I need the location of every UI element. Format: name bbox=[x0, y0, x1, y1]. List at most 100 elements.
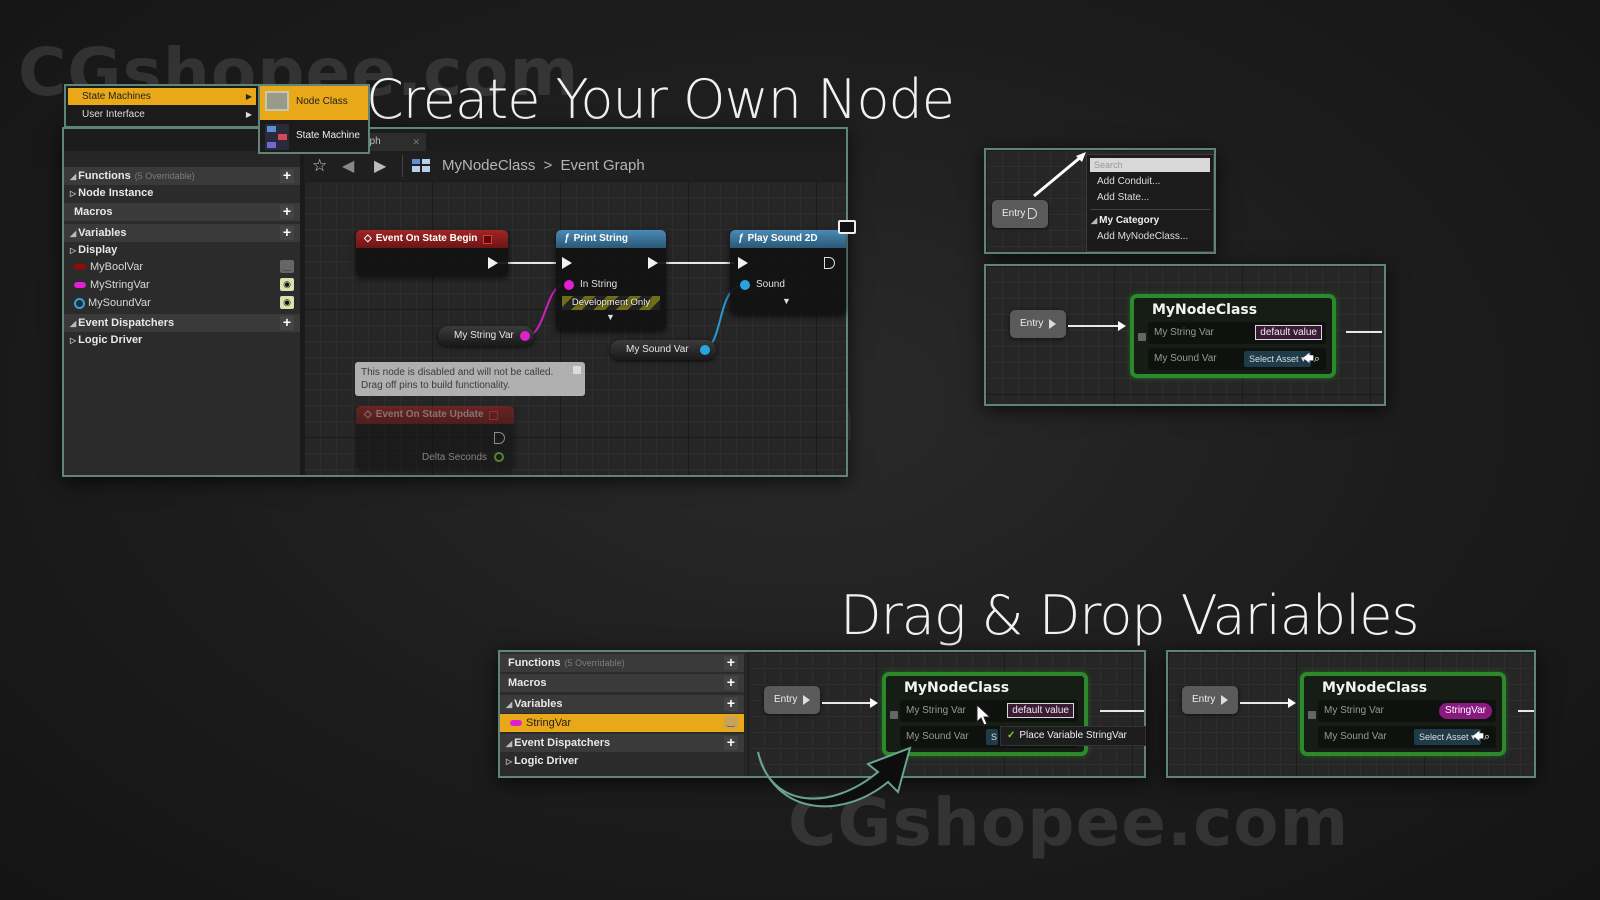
in-string-label: In String bbox=[580, 279, 618, 290]
string-type-icon bbox=[510, 720, 522, 726]
asset-actions: 🡄⌕ bbox=[1302, 350, 1320, 369]
section-functions[interactable]: Functions (5 Overridable) + bbox=[500, 654, 744, 672]
section-macros[interactable]: Macros + bbox=[500, 674, 744, 692]
string-out-pin[interactable] bbox=[520, 331, 530, 341]
expanded-triangle-icon: ◢ bbox=[506, 699, 513, 709]
search-input[interactable]: Search bbox=[1090, 158, 1210, 172]
submenu-item-node-class[interactable]: Node Class bbox=[260, 86, 368, 120]
exec-out-pin[interactable] bbox=[494, 432, 505, 444]
browse-search-icon[interactable]: ⌕ bbox=[1314, 353, 1320, 365]
node-event-on-state-update[interactable]: ◇ Event On State Update Delta Seconds bbox=[356, 406, 514, 470]
check-icon: ✓ bbox=[1007, 730, 1016, 741]
menu-item-label: State Machines bbox=[82, 91, 151, 102]
getter-my-string-var[interactable]: My String Var bbox=[438, 326, 534, 346]
exec-in-pin[interactable] bbox=[562, 257, 572, 269]
expand-arrow-icon[interactable]: ▼ bbox=[782, 296, 791, 306]
exec-out-pin[interactable] bbox=[488, 257, 498, 269]
entry-out-pin[interactable] bbox=[1049, 319, 1056, 329]
node-class-icon bbox=[265, 91, 289, 111]
variables-label: Variables bbox=[514, 698, 563, 710]
in-string-pin[interactable] bbox=[564, 280, 574, 290]
exec-out-pin[interactable] bbox=[648, 257, 658, 269]
menu-item-user-interface[interactable]: User Interface ▶ bbox=[68, 106, 256, 123]
node-title-text: Print String bbox=[573, 233, 629, 244]
delegate-pin-icon[interactable] bbox=[489, 410, 498, 420]
menu-item-add-state[interactable]: Add State... bbox=[1097, 192, 1149, 203]
select-asset-dropdown[interactable]: Select Asset ▾ bbox=[1414, 729, 1481, 745]
exec-in-pin[interactable] bbox=[738, 257, 748, 269]
use-selected-arrow-icon[interactable]: 🡄 bbox=[1472, 731, 1483, 743]
transition-arrow bbox=[1288, 698, 1296, 708]
section-variables[interactable]: ◢ Variables + bbox=[500, 695, 744, 713]
node-play-sound-2d[interactable]: ƒ Play Sound 2D Sound ▼ bbox=[730, 230, 846, 314]
mynodeclass-node-bound[interactable]: MyNodeClass My String Var StringVar My S… bbox=[1300, 672, 1506, 756]
entry-out-pin[interactable] bbox=[1221, 695, 1228, 705]
state-machines-submenu: Node Class State Machine bbox=[258, 84, 370, 154]
entry-node[interactable]: Entry bbox=[1010, 310, 1066, 338]
add-variable-button[interactable]: + bbox=[724, 696, 738, 711]
transition-arrow bbox=[870, 698, 878, 708]
sound-var-label: My Sound Var bbox=[1154, 353, 1217, 364]
node-input-pin[interactable] bbox=[1138, 333, 1146, 341]
delegate-pin-icon[interactable] bbox=[483, 234, 492, 244]
drag-wire bbox=[1033, 152, 1086, 198]
getter-my-sound-var[interactable]: My Sound Var bbox=[610, 340, 716, 360]
mynodeclass-node[interactable]: MyNodeClass My String Var default value … bbox=[1130, 294, 1336, 378]
expand-arrow-icon[interactable]: ▼ bbox=[606, 312, 615, 322]
visibility-closed-icon[interactable]: ‿ bbox=[724, 716, 738, 729]
node-input-pin[interactable] bbox=[890, 711, 898, 719]
collapsed-triangle-icon: ▷ bbox=[506, 756, 513, 766]
node-input-pin[interactable] bbox=[1308, 711, 1316, 719]
variable-stringvar-dragging[interactable]: StringVar ‿ bbox=[500, 714, 744, 732]
transition-arrow bbox=[1118, 321, 1126, 331]
menu-item-add-mynodeclass[interactable]: Add MyNodeClass... bbox=[1097, 231, 1188, 242]
section-event-dispatchers[interactable]: ◢ Event Dispatchers + bbox=[500, 734, 744, 752]
entry-label: Entry bbox=[1002, 208, 1026, 219]
menu-divider bbox=[1090, 209, 1210, 210]
string-var-default-input[interactable]: default value bbox=[1255, 325, 1322, 340]
select-asset-dropdown[interactable]: S bbox=[986, 729, 998, 745]
add-macro-button[interactable]: + bbox=[724, 675, 738, 690]
string-var-default-input[interactable]: default value bbox=[1007, 703, 1074, 718]
menu-item-state-machines[interactable]: State Machines ▶ bbox=[68, 88, 256, 105]
browse-search-icon[interactable]: ⌕ bbox=[1484, 731, 1490, 743]
entry-label: Entry bbox=[774, 694, 798, 705]
bound-variable-pill[interactable]: StringVar bbox=[1439, 703, 1492, 719]
expanded-triangle-icon: ◢ bbox=[1091, 216, 1098, 225]
submenu-arrow-icon: ▶ bbox=[245, 92, 252, 101]
entry-node[interactable]: Entry bbox=[992, 200, 1048, 228]
entry-node[interactable]: Entry bbox=[1182, 686, 1238, 714]
node-title-text: Event On State Update bbox=[375, 409, 484, 420]
getter-label: My Sound Var bbox=[626, 344, 689, 355]
node-event-on-state-begin[interactable]: ◇ Event On State Begin bbox=[356, 230, 508, 276]
transition-wire bbox=[822, 702, 872, 704]
category-logic-driver[interactable]: ▷ Logic Driver bbox=[500, 752, 744, 770]
delta-seconds-pin[interactable] bbox=[494, 452, 504, 462]
select-asset-dropdown[interactable]: Select Asset ▾ bbox=[1244, 351, 1311, 367]
node-print-string[interactable]: ƒ Print String In String Development Onl… bbox=[556, 230, 666, 330]
sound-label: Sound bbox=[756, 279, 785, 290]
pin-icon[interactable] bbox=[573, 366, 581, 374]
sound-out-pin[interactable] bbox=[700, 345, 710, 355]
use-selected-arrow-icon[interactable]: 🡄 bbox=[1302, 353, 1313, 365]
comment-line: This node is disabled and will not be ca… bbox=[361, 367, 554, 378]
string-var-label: My String Var bbox=[906, 705, 966, 716]
delta-seconds-label: Delta Seconds bbox=[422, 452, 488, 463]
entry-node[interactable]: Entry bbox=[764, 686, 820, 714]
add-function-button[interactable]: + bbox=[724, 655, 738, 670]
transition-wire bbox=[1068, 325, 1120, 327]
sound-pin[interactable] bbox=[740, 280, 750, 290]
menu-item-add-conduit[interactable]: Add Conduit... bbox=[1097, 176, 1160, 187]
category-label: My Category bbox=[1099, 215, 1160, 226]
menu-category-my-category[interactable]: ◢ My Category bbox=[1091, 215, 1159, 226]
entry-out-pin[interactable] bbox=[1028, 208, 1037, 219]
submenu-item-state-machine[interactable]: State Machine bbox=[260, 120, 368, 154]
exec-out-pin[interactable] bbox=[824, 257, 835, 269]
entry-out-pin[interactable] bbox=[803, 695, 810, 705]
sound-var-row: My Sound Var Select Asset ▾ 🡄⌕ bbox=[1318, 726, 1496, 748]
output-wire bbox=[1100, 710, 1144, 712]
functions-label: Functions bbox=[508, 657, 561, 669]
dragdrop-blueprint-panel: Functions (5 Overridable) + Macros + ◢ V… bbox=[500, 652, 744, 776]
add-event-dispatcher-button[interactable]: + bbox=[724, 735, 738, 750]
output-wire bbox=[1346, 331, 1382, 333]
